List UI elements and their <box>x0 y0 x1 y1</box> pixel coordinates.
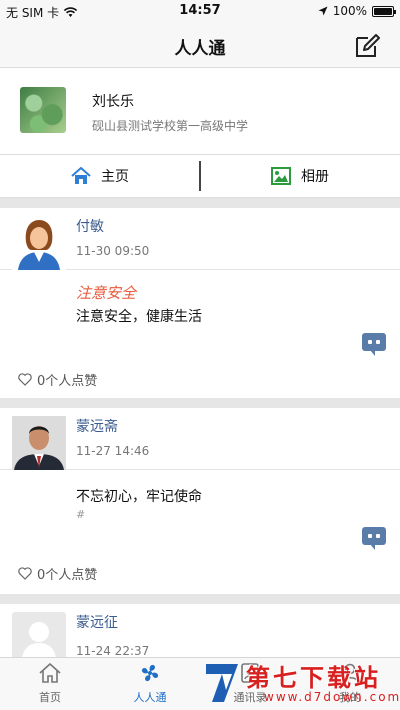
watermark-logo-icon <box>206 664 238 702</box>
post-time: 11-30 09:50 <box>76 244 150 258</box>
post-author[interactable]: 蒙远征 <box>76 612 118 632</box>
status-bar: 无 SIM 卡 14:57 100% <box>0 0 400 22</box>
post-card[interactable]: 付敏 11-30 09:50 注意安全 注意安全，健康生活 0个人点赞 <box>0 208 400 398</box>
fan-icon <box>141 664 159 682</box>
tab-bar-renrentong-label: 人人通 <box>133 691 167 704</box>
like-button[interactable]: 0个人点赞 <box>18 564 97 583</box>
tab-home[interactable]: 主页 <box>0 155 200 197</box>
tab-album[interactable]: 相册 <box>200 155 400 197</box>
tab-bar-renrentong[interactable]: 人人通 <box>100 662 200 705</box>
heart-icon <box>18 567 32 580</box>
heart-icon <box>18 373 32 386</box>
female-avatar[interactable] <box>12 216 66 270</box>
watermark-title: 第七下载站 <box>246 664 381 692</box>
watermark-url: www.d7down.com <box>264 690 400 704</box>
post-header: 付敏 11-30 09:50 <box>0 208 400 270</box>
profile-name: 刘长乐 <box>92 94 134 110</box>
section-divider <box>0 594 400 604</box>
tab-album-label: 相册 <box>301 169 329 185</box>
default-avatar[interactable] <box>12 612 66 657</box>
avatar[interactable] <box>20 87 66 133</box>
comment-icon[interactable] <box>362 333 386 356</box>
profile-school: 砚山县测试学校第一高级中学 <box>92 119 249 133</box>
like-count: 0个人点赞 <box>37 568 98 583</box>
post-text: 注意安全，健康生活 <box>76 309 202 325</box>
tab-bar-home[interactable]: 首页 <box>0 662 100 705</box>
tab-home-label: 主页 <box>101 169 129 185</box>
home-icon <box>71 167 91 184</box>
section-divider <box>0 198 400 208</box>
watermark: 第七下载站 www.d7down.com <box>202 656 400 710</box>
comment-icon[interactable] <box>362 527 386 550</box>
post-time: 11-27 14:46 <box>76 444 150 458</box>
nav-bar: 人人通 <box>0 22 400 68</box>
post-header: 蒙远斋 11-27 14:46 <box>0 408 400 470</box>
post-author[interactable]: 蒙远斋 <box>76 416 118 436</box>
location-arrow-icon <box>318 6 328 16</box>
male-avatar[interactable] <box>12 416 66 470</box>
battery-percent: 100% <box>332 4 367 18</box>
post-header: 蒙远征 11-24 22:37 <box>0 604 400 657</box>
status-right: 100% <box>318 4 396 18</box>
like-count: 0个人点赞 <box>37 374 98 389</box>
post-text: 不忘初心，牢记使命 <box>76 489 202 505</box>
section-divider <box>0 398 400 408</box>
like-button[interactable]: 0个人点赞 <box>18 370 97 389</box>
battery-icon <box>372 5 396 17</box>
post-time: 11-24 22:37 <box>76 644 150 657</box>
page-title: 人人通 <box>174 39 226 59</box>
post-author[interactable]: 付敏 <box>76 216 104 236</box>
post-hashtag: # <box>76 508 86 521</box>
image-icon <box>271 167 291 185</box>
profile-tabs: 主页 相册 <box>0 154 400 198</box>
post-card[interactable]: 蒙远征 11-24 22:37 <box>0 604 400 657</box>
home-icon <box>39 663 61 683</box>
post-title: 注意安全 <box>76 284 137 302</box>
tab-bar-home-label: 首页 <box>39 691 61 704</box>
edit-icon[interactable] <box>354 33 380 59</box>
profile-header[interactable]: 刘长乐 砚山县测试学校第一高级中学 <box>0 69 400 153</box>
post-card[interactable]: 蒙远斋 11-27 14:46 不忘初心，牢记使命 # 0个人点赞 <box>0 408 400 594</box>
